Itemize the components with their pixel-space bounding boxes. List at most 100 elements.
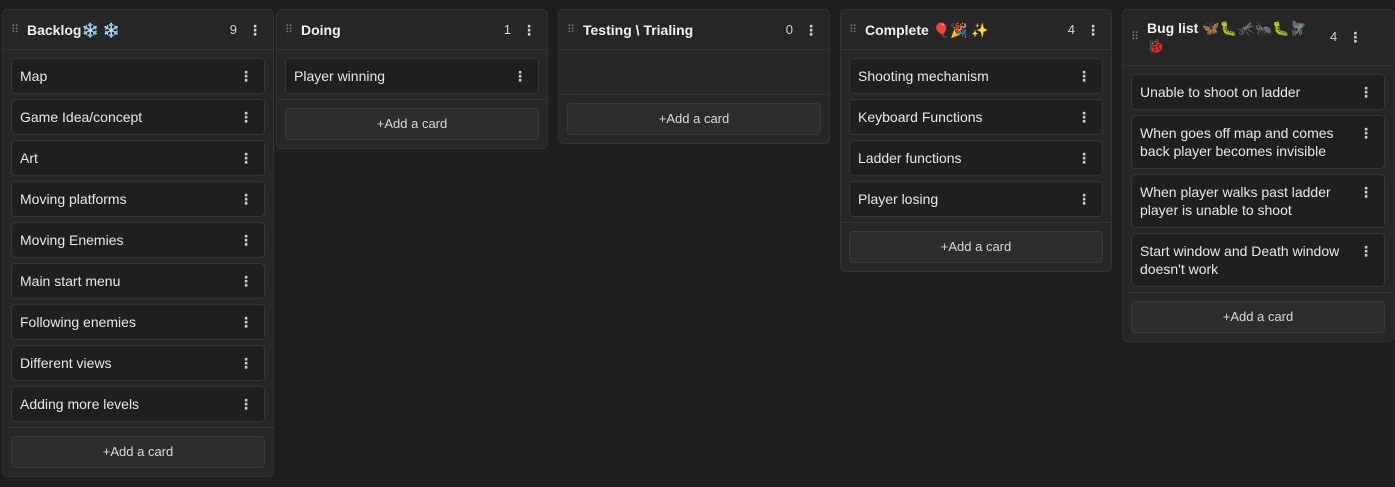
card[interactable]: Ladder functions ⋮	[849, 140, 1103, 176]
column-card-count: 4	[1330, 29, 1338, 44]
card[interactable]: Moving Enemies ⋮	[11, 222, 265, 258]
card-title: Moving Enemies	[20, 232, 124, 248]
column-testing-trialing: ⠿ Testing \ Trialing 0 ⋮ +Add a card	[558, 9, 830, 144]
column-header: ⠿ Backlog❄️ ❄️ 9 ⋮	[3, 10, 273, 50]
column-card-count: 0	[785, 22, 793, 37]
more-vertical-icon[interactable]: ⋮	[803, 21, 819, 39]
card-title: When player walks past ladder player is …	[1140, 184, 1331, 218]
card[interactable]: Moving platforms ⋮	[11, 181, 265, 217]
more-vertical-icon[interactable]: ⋮	[1347, 28, 1363, 46]
more-vertical-icon[interactable]: ⋮	[1358, 124, 1374, 142]
card-list: Player winning ⋮	[277, 50, 547, 94]
drag-handle-icon[interactable]: ⠿	[11, 21, 21, 39]
add-card-button[interactable]: +Add a card	[285, 108, 539, 140]
column-footer: +Add a card	[277, 99, 547, 148]
card[interactable]: Unable to shoot on ladder ⋮	[1131, 74, 1385, 110]
card-title: Art	[20, 150, 38, 166]
kanban-board: ⠿ Backlog❄️ ❄️ 9 ⋮ Map ⋮ Game Idea/concep…	[0, 0, 1395, 487]
more-vertical-icon[interactable]: ⋮	[238, 149, 254, 167]
more-vertical-icon[interactable]: ⋮	[1358, 183, 1374, 201]
card-list: Shooting mechanism ⋮ Keyboard Functions ⋮ …	[841, 50, 1111, 217]
more-vertical-icon[interactable]: ⋮	[1076, 149, 1092, 167]
column-title: Bug list 🦋🐛🦟🐜🐛🪰 🐞	[1147, 20, 1307, 54]
more-vertical-icon[interactable]: ⋮	[238, 272, 254, 290]
card[interactable]: Following enemies ⋮	[11, 304, 265, 340]
card[interactable]: Different views ⋮	[11, 345, 265, 381]
add-card-button[interactable]: +Add a card	[849, 231, 1103, 263]
card-title: Player winning	[294, 68, 386, 84]
more-vertical-icon[interactable]: ⋮	[238, 190, 254, 208]
card[interactable]: Game Idea/concept ⋮	[11, 99, 265, 135]
more-vertical-icon[interactable]: ⋮	[1358, 242, 1374, 260]
more-vertical-icon[interactable]: ⋮	[238, 395, 254, 413]
column-header: ⠿ Complete 🎈🎉 ✨ 4 ⋮	[841, 10, 1111, 50]
column-title: Backlog❄️ ❄️	[27, 22, 121, 38]
more-vertical-icon[interactable]: ⋮	[521, 21, 537, 39]
add-card-button[interactable]: +Add a card	[11, 436, 265, 468]
card-title: Moving platforms	[20, 191, 127, 207]
column-card-count: 9	[229, 22, 237, 37]
more-vertical-icon[interactable]: ⋮	[247, 21, 263, 39]
column-header: ⠿ Testing \ Trialing 0 ⋮	[559, 10, 829, 50]
card[interactable]: Player losing ⋮	[849, 181, 1103, 217]
column-doing: ⠿ Doing 1 ⋮ Player winning ⋮ +Add a card	[276, 9, 548, 149]
column-backlog: ⠿ Backlog❄️ ❄️ 9 ⋮ Map ⋮ Game Idea/concep…	[2, 9, 274, 477]
card[interactable]: Adding more levels ⋮	[11, 386, 265, 422]
column-title: Complete 🎈🎉 ✨	[865, 22, 989, 38]
more-vertical-icon[interactable]: ⋮	[238, 67, 254, 85]
card[interactable]: Player winning ⋮	[285, 58, 539, 94]
card[interactable]: Art ⋮	[11, 140, 265, 176]
card-list: Unable to shoot on ladder ⋮ When goes off…	[1123, 66, 1393, 287]
card-title: Unable to shoot on ladder	[1140, 84, 1301, 100]
column-complete: ⠿ Complete 🎈🎉 ✨ 4 ⋮ Shooting mechanism ⋮ …	[840, 9, 1112, 272]
column-header: ⠿ Bug list 🦋🐛🦟🐜🐛🪰 🐞 4 ⋮	[1123, 10, 1393, 66]
add-card-button[interactable]: +Add a card	[1131, 301, 1385, 333]
column-title: Testing \ Trialing	[583, 22, 694, 38]
card-title: Keyboard Functions	[858, 109, 983, 125]
card-title: Main start menu	[20, 273, 121, 289]
card[interactable]: When player walks past ladder player is …	[1131, 174, 1385, 228]
more-vertical-icon[interactable]: ⋮	[1358, 83, 1374, 101]
card-title: Shooting mechanism	[858, 68, 989, 84]
column-footer: +Add a card	[841, 222, 1111, 271]
card-title: Game Idea/concept	[20, 109, 143, 125]
drag-handle-icon[interactable]: ⠿	[285, 21, 295, 39]
card-list: Map ⋮ Game Idea/concept ⋮ Art ⋮ Moving plat…	[3, 50, 273, 422]
drag-handle-icon[interactable]: ⠿	[849, 21, 859, 39]
column-card-count: 4	[1067, 22, 1075, 37]
card[interactable]: Main start menu ⋮	[11, 263, 265, 299]
card[interactable]: Keyboard Functions ⋮	[849, 99, 1103, 135]
card[interactable]: Start window and Death window doesn't wo…	[1131, 233, 1385, 287]
more-vertical-icon[interactable]: ⋮	[238, 108, 254, 126]
column-footer: +Add a card	[3, 427, 273, 476]
card[interactable]: When goes off map and comes back player …	[1131, 115, 1385, 169]
card[interactable]: Shooting mechanism ⋮	[849, 58, 1103, 94]
column-header: ⠿ Doing 1 ⋮	[277, 10, 547, 50]
more-vertical-icon[interactable]: ⋮	[238, 231, 254, 249]
card-title: Player losing	[858, 191, 939, 207]
add-card-button[interactable]: +Add a card	[567, 103, 821, 135]
card-title: Adding more levels	[20, 396, 140, 412]
card-title: Map	[20, 68, 48, 84]
more-vertical-icon[interactable]: ⋮	[238, 354, 254, 372]
column-title: Doing	[301, 22, 341, 38]
column-bug-list: ⠿ Bug list 🦋🐛🦟🐜🐛🪰 🐞 4 ⋮ Unable to shoot …	[1122, 9, 1394, 342]
empty-card-list	[559, 50, 829, 94]
card-title: Following enemies	[20, 314, 136, 330]
card-title: When goes off map and comes back player …	[1140, 125, 1334, 159]
card[interactable]: Map ⋮	[11, 58, 265, 94]
card-title: Ladder functions	[858, 150, 962, 166]
more-vertical-icon[interactable]: ⋮	[238, 313, 254, 331]
column-card-count: 1	[503, 22, 511, 37]
more-vertical-icon[interactable]: ⋮	[1076, 108, 1092, 126]
column-footer: +Add a card	[559, 94, 829, 143]
more-vertical-icon[interactable]: ⋮	[1085, 21, 1101, 39]
more-vertical-icon[interactable]: ⋮	[512, 67, 528, 85]
more-vertical-icon[interactable]: ⋮	[1076, 190, 1092, 208]
more-vertical-icon[interactable]: ⋮	[1076, 67, 1092, 85]
card-title: Start window and Death window doesn't wo…	[1140, 243, 1340, 277]
card-title: Different views	[20, 355, 112, 371]
drag-handle-icon[interactable]: ⠿	[567, 21, 577, 39]
drag-handle-icon[interactable]: ⠿	[1131, 28, 1141, 46]
column-footer: +Add a card	[1123, 292, 1393, 341]
